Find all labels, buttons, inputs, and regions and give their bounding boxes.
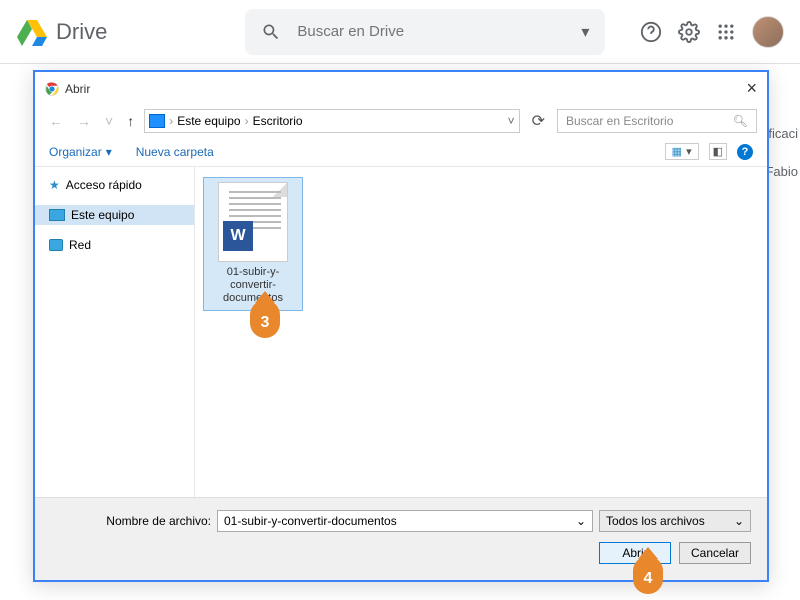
tree-network[interactable]: Red [35,235,194,255]
apps-icon[interactable] [716,22,736,42]
search-icon: 🔍︎ [733,114,748,128]
file-name: 01-subir-y-convertir-documentos [208,266,298,306]
chevron-down-icon[interactable]: ˅ [508,114,515,128]
open-button[interactable]: Abrir [599,542,671,564]
cancel-button[interactable]: Cancelar [679,542,751,564]
refresh-icon[interactable]: ⟳ [526,111,551,131]
drive-logo[interactable]: Drive [16,16,107,48]
chevron-right-icon: › [245,114,249,128]
avatar[interactable] [752,16,784,48]
chevron-down-icon[interactable]: ⌄ [576,514,586,528]
word-icon: W [223,221,253,251]
file-item[interactable]: W 01-subir-y-convertir-documentos [203,177,303,311]
filename-label: Nombre de archivo: [51,514,211,528]
filename-input[interactable]: 01-subir-y-convertir-documentos ⌄ [217,510,593,532]
close-icon[interactable]: × [746,78,757,99]
chevron-down-icon: ▾ [106,145,112,159]
chrome-icon [45,82,59,96]
file-list[interactable]: W 01-subir-y-convertir-documentos [195,167,767,497]
tree-quick-access[interactable]: ★ Acceso rápido [35,175,194,195]
forward-icon: → [73,111,95,131]
drive-header: Drive ▾ [0,0,800,64]
search-placeholder: Buscar en Escritorio [566,114,673,128]
help-icon[interactable]: ? [737,144,753,160]
callout-4: 4 [633,556,663,594]
dropdown-icon[interactable]: ▾ [581,22,589,42]
dialog-title: Abrir [65,82,90,96]
star-icon: ★ [49,178,60,192]
drive-icon [16,16,48,48]
chevron-right-icon: › [169,114,173,128]
dialog-toolbar: Organizar ▾ Nueva carpeta ▦ ▾ ◧ ? [35,137,767,167]
folder-tree: ★ Acceso rápido Este equipo Red [35,167,195,497]
new-folder-button[interactable]: Nueva carpeta [136,145,214,159]
organize-button[interactable]: Organizar ▾ [49,145,112,159]
file-open-dialog: Abrir × ← → ˅ ↑ › Este equipo › Escritor… [33,70,769,582]
dialog-search-input[interactable]: Buscar en Escritorio 🔍︎ [557,109,757,133]
view-mode-button[interactable]: ▦ ▾ [665,143,699,160]
tree-this-pc[interactable]: Este equipo [35,205,194,225]
bg-text: Fabio [765,164,798,179]
app-title: Drive [56,19,107,45]
file-thumbnail: W [218,182,288,262]
pc-icon [149,114,165,128]
chevron-down-icon: ⌄ [734,514,744,528]
search-input[interactable] [297,23,565,40]
chevron-down-icon[interactable]: ˅ [101,111,117,131]
preview-button[interactable]: ◧ [709,143,727,160]
bg-text: ificaci [765,126,798,141]
back-icon[interactable]: ← [45,111,67,131]
filetype-select[interactable]: Todos los archivos ⌄ [599,510,751,532]
dialog-titlebar: Abrir × [35,72,767,105]
breadcrumb-current[interactable]: Escritorio [253,114,303,128]
search-icon [261,22,281,42]
pc-icon [49,209,65,221]
network-icon [49,239,63,251]
search-box[interactable]: ▾ [245,9,605,55]
breadcrumb-root[interactable]: Este equipo [177,114,240,128]
nav-row: ← → ˅ ↑ › Este equipo › Escritorio ˅ ⟳ B… [35,105,767,137]
gear-icon[interactable] [678,21,700,43]
callout-3: 3 [250,300,280,338]
breadcrumb[interactable]: › Este equipo › Escritorio ˅ [144,109,519,133]
dialog-content: ★ Acceso rápido Este equipo Red W 01-sub… [35,167,767,497]
up-icon[interactable]: ↑ [123,111,138,131]
help-icon[interactable] [640,21,662,43]
